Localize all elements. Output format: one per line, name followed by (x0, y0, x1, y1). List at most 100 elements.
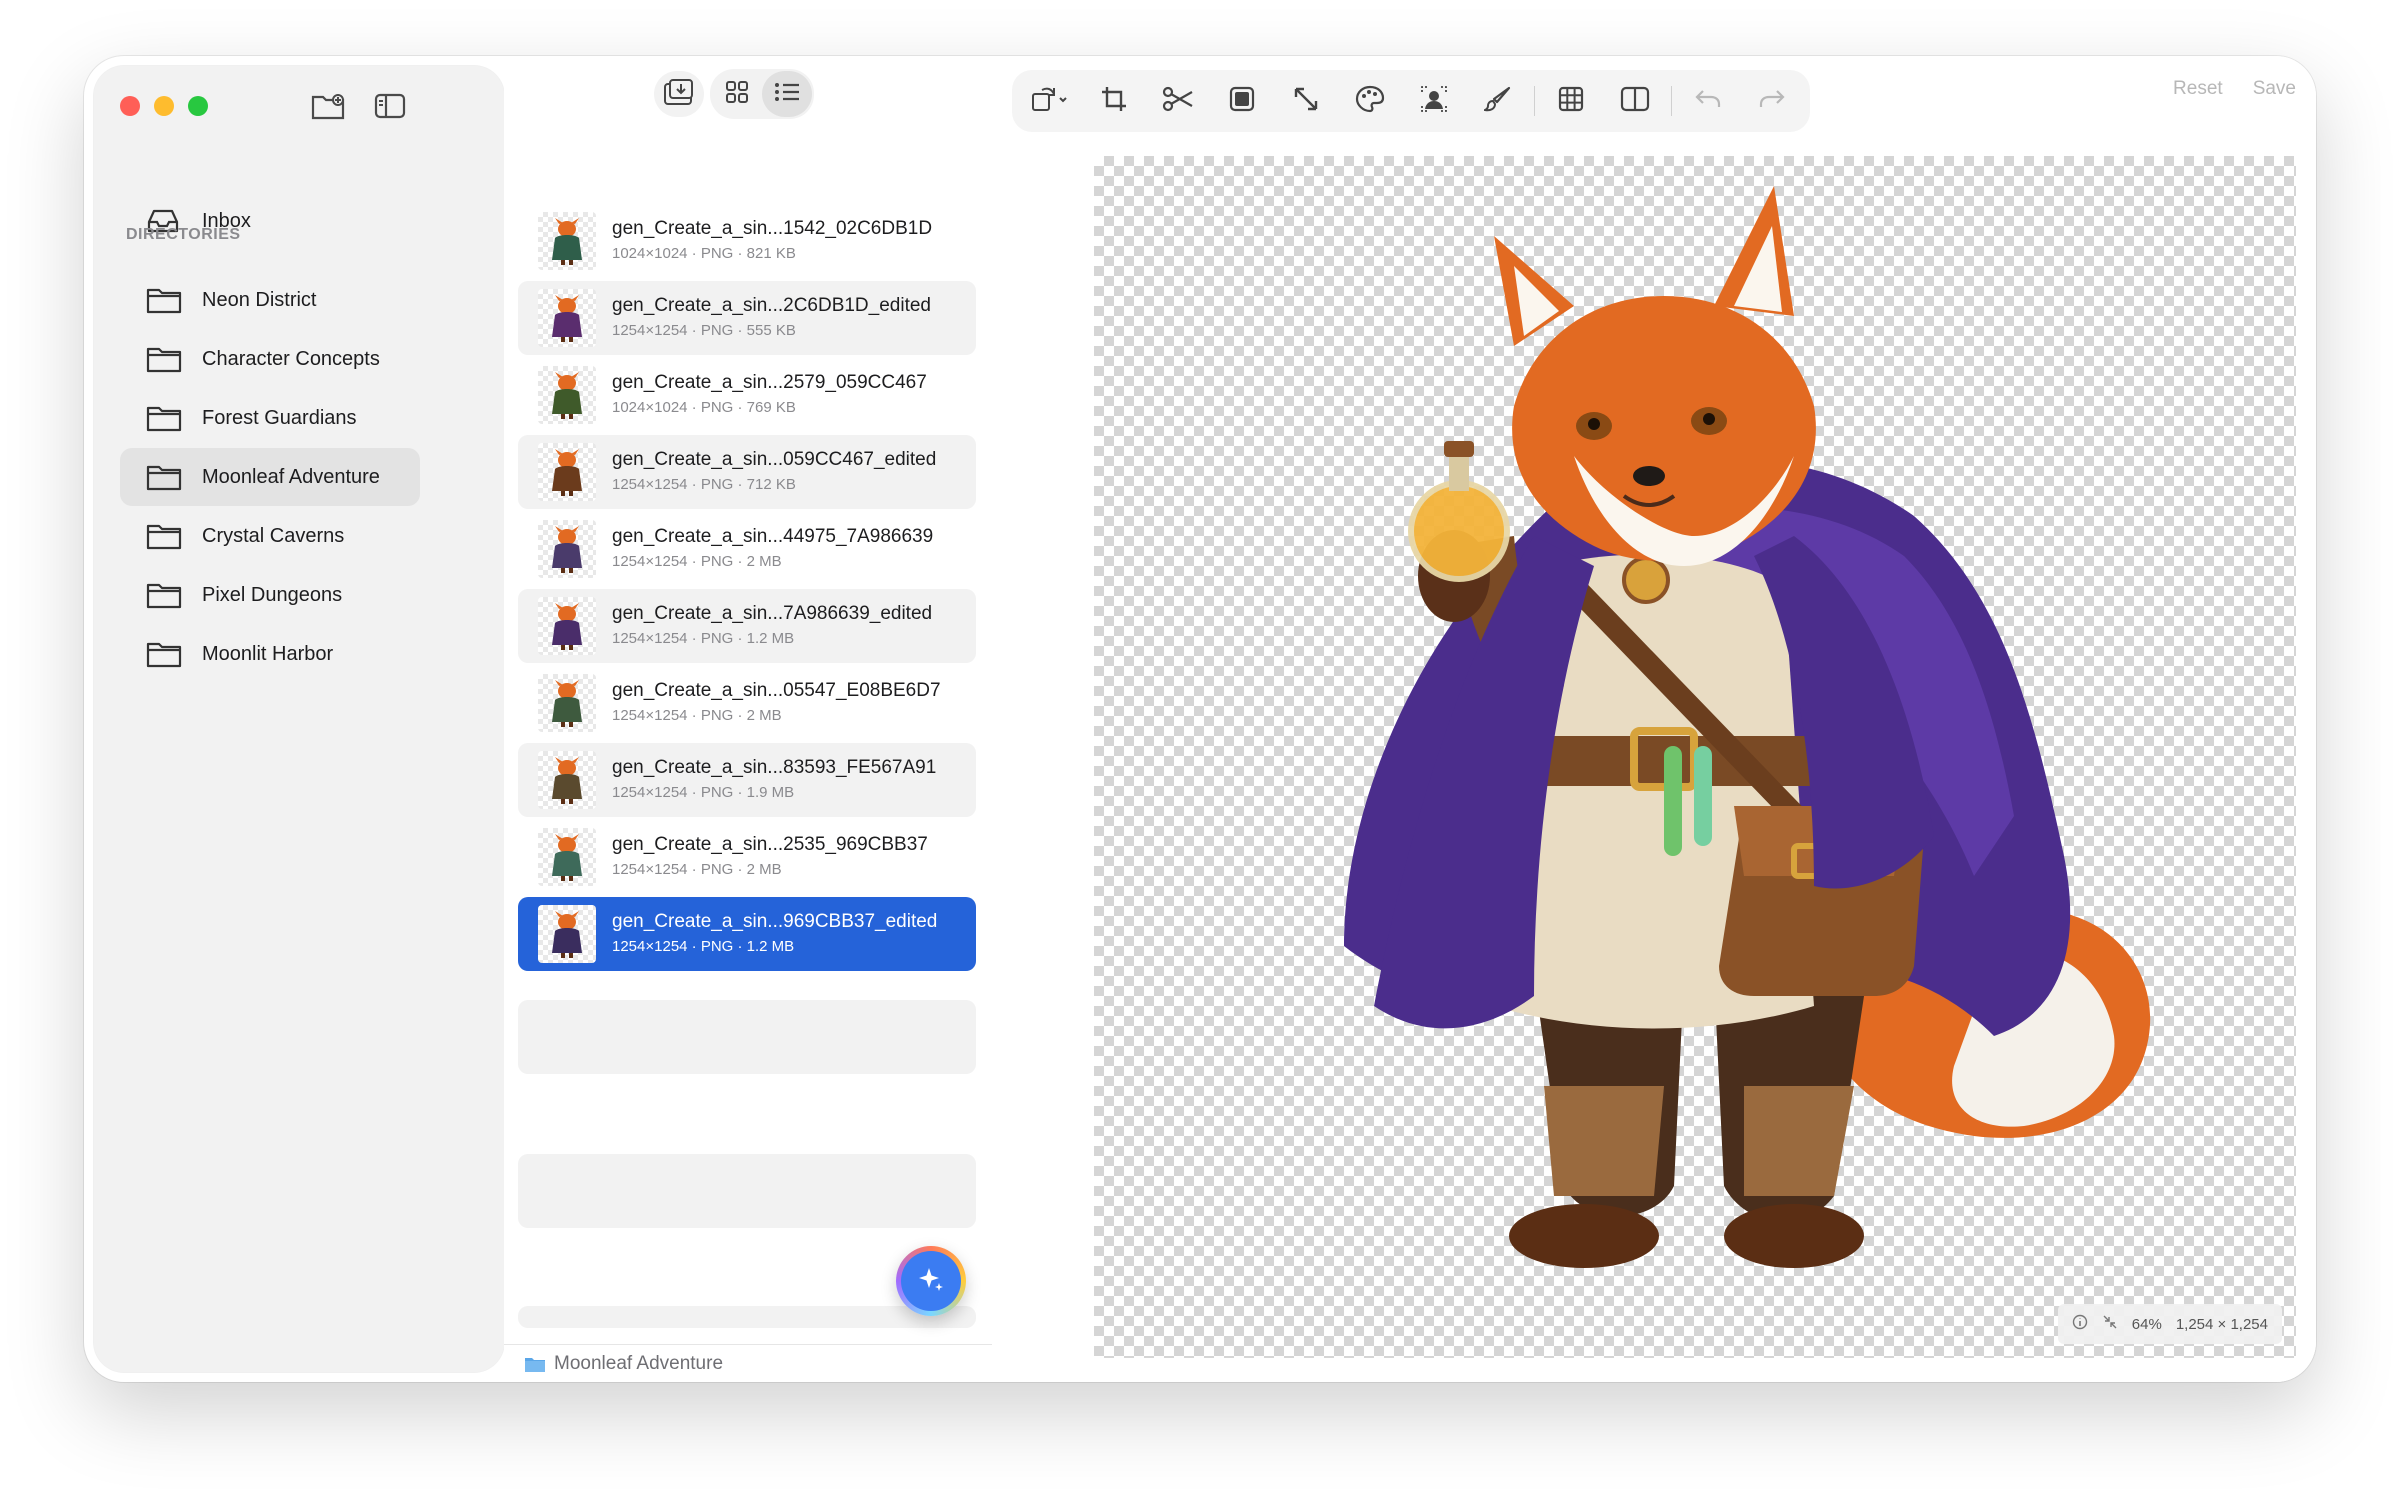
transform-button[interactable] (1019, 73, 1081, 129)
cut-button[interactable] (1147, 73, 1209, 129)
collapse-arrows-icon[interactable] (2102, 1314, 2118, 1334)
file-meta: 1254×1254 · PNG · 712 KB (612, 476, 796, 493)
file-info: gen_Create_a_sin...1542_02C6DB1D 1024×102… (612, 217, 932, 265)
file-thumbnail (538, 751, 596, 809)
file-list-item[interactable]: gen_Create_a_sin...1542_02C6DB1D 1024×102… (518, 204, 976, 278)
brush-button[interactable] (1467, 73, 1529, 129)
sidebar-item-directory[interactable]: Crystal Caverns (120, 507, 420, 565)
editor-toolbar (1012, 70, 1810, 132)
zoom-level[interactable]: 64% (2132, 1316, 2162, 1333)
folder-icon (524, 1355, 546, 1373)
close-window-button[interactable] (120, 96, 140, 116)
file-name: gen_Create_a_sin...2535_969CBB37 (612, 834, 928, 855)
resize-button[interactable] (1275, 73, 1337, 129)
sidebar-toggle-icon[interactable] (372, 88, 408, 124)
file-thumbnail (538, 828, 596, 886)
sidebar-item-directory[interactable]: Character Concepts (120, 330, 420, 388)
folder-icon (146, 639, 184, 669)
file-name: gen_Create_a_sin...7A986639_edited (612, 603, 933, 624)
portrait-button[interactable] (1403, 73, 1465, 129)
file-thumbnail (538, 289, 596, 347)
file-name: gen_Create_a_sin...2579_059CC467 (612, 372, 927, 393)
sidebar-item-label: Neon District (202, 288, 317, 311)
file-thumbnail (538, 212, 596, 270)
new-folder-icon[interactable] (310, 88, 346, 124)
image-editor: Reset Save 64% 1,254 × 1,254 (992, 56, 2316, 1382)
file-meta: 1254×1254 · PNG · 2 MB (612, 553, 782, 570)
file-info: gen_Create_a_sin...44975_7A986639 1254×12… (612, 525, 933, 573)
file-thumbnail (538, 366, 596, 424)
folder-icon (146, 521, 184, 551)
list-icon (774, 81, 800, 108)
toolbar-divider (1671, 86, 1672, 116)
color-adjust-button[interactable] (1339, 73, 1401, 129)
person-frame-icon (1420, 85, 1448, 118)
crop-button[interactable] (1083, 73, 1145, 129)
file-list-toolbar (654, 69, 814, 119)
compare-button[interactable] (1604, 73, 1666, 129)
scissors-icon (1162, 86, 1194, 117)
file-meta: 1254×1254 · PNG · 2 MB (612, 707, 782, 724)
undo-icon (1694, 87, 1722, 116)
table-grid-icon (1558, 86, 1584, 117)
file-name: gen_Create_a_sin...969CBB37_edited (612, 911, 938, 932)
file-list-item[interactable]: gen_Create_a_sin...7A986639_edited 1254×1… (518, 589, 976, 663)
sidebar-item-directory[interactable]: Moonlit Harbor (120, 625, 420, 683)
loading-placeholder-row (518, 1154, 976, 1228)
file-name: gen_Create_a_sin...1542_02C6DB1D (612, 218, 933, 239)
file-list-panel: gen_Create_a_sin...1542_02C6DB1D 1024×102… (504, 56, 993, 1382)
file-list-item[interactable]: gen_Create_a_sin...05547_E08BE6D7 1254×12… (518, 666, 976, 740)
redo-icon (1758, 87, 1786, 116)
folder-icon (146, 285, 184, 315)
fox-character-image (1344, 186, 2151, 1268)
file-list-item[interactable]: gen_Create_a_sin...44975_7A986639 1254×12… (518, 512, 976, 586)
minimize-window-button[interactable] (154, 96, 174, 116)
folder-icon (146, 344, 184, 374)
toolbar-divider (1534, 86, 1535, 116)
image-dimensions: 1,254 × 1,254 (2175, 1315, 2268, 1333)
loading-placeholder-row (518, 1306, 976, 1328)
info-icon[interactable] (2072, 1314, 2088, 1334)
file-thumbnail (538, 520, 596, 578)
grid-overlay-button[interactable] (1540, 73, 1602, 129)
file-info: gen_Create_a_sin...059CC467_edited 1254×1… (612, 448, 936, 496)
reset-button[interactable]: Reset (2173, 78, 2223, 100)
file-list-item[interactable]: gen_Create_a_sin...2535_969CBB37 1254×125… (518, 820, 976, 894)
sidebar: Inbox DIRECTORIES Neon District Character… (94, 66, 504, 1372)
redo-button[interactable] (1741, 73, 1803, 129)
view-mode-toggle (710, 69, 814, 119)
grid-view-button[interactable] (712, 71, 762, 117)
file-info: gen_Create_a_sin...2535_969CBB37 1254×125… (612, 833, 928, 881)
sidebar-item-directory[interactable]: Pixel Dungeons (120, 566, 420, 624)
grid-icon (725, 80, 749, 109)
app-window: Inbox DIRECTORIES Neon District Character… (84, 56, 2316, 1382)
sidebar-item-directory[interactable]: Forest Guardians (120, 389, 420, 447)
file-list-item[interactable]: gen_Create_a_sin...059CC467_edited 1254×1… (518, 435, 976, 509)
editor-actions: Reset Save (2173, 78, 2296, 100)
file-meta: 1254×1254 · PNG · 1.9 MB (612, 784, 795, 801)
sidebar-item-directory[interactable]: Moonleaf Adventure (120, 448, 420, 506)
file-name: gen_Create_a_sin...83593_FE567A91 (612, 757, 937, 778)
canvas-status-bar: 64% 1,254 × 1,254 (2057, 1304, 2282, 1344)
ai-generate-button[interactable] (896, 1246, 966, 1316)
file-meta: 1254×1254 · PNG · 1.2 MB (612, 938, 795, 955)
current-folder-path: Moonleaf Adventure (504, 1344, 992, 1382)
footer-folder-label: Moonleaf Adventure (554, 1353, 724, 1374)
directories-header: DIRECTORIES (126, 226, 241, 243)
background-remove-button[interactable] (1211, 73, 1273, 129)
import-button[interactable] (654, 71, 704, 117)
sidebar-item-directory[interactable]: Neon District (120, 271, 420, 329)
file-list-item[interactable]: gen_Create_a_sin...2C6DB1D_edited 1254×12… (518, 281, 976, 355)
save-button[interactable]: Save (2253, 78, 2296, 100)
zoom-window-button[interactable] (188, 96, 208, 116)
undo-button[interactable] (1677, 73, 1739, 129)
file-info: gen_Create_a_sin...969CBB37_edited 1254×1… (612, 910, 937, 958)
file-list-item[interactable]: gen_Create_a_sin...2579_059CC467 1024×102… (518, 358, 976, 432)
file-list-item[interactable]: gen_Create_a_sin...969CBB37_edited 1254×1… (518, 897, 976, 971)
image-canvas[interactable]: 64% 1,254 × 1,254 (1094, 156, 2296, 1358)
list-view-button[interactable] (762, 71, 812, 117)
file-meta: 1254×1254 · PNG · 1.2 MB (612, 630, 795, 647)
file-info: gen_Create_a_sin...7A986639_edited 1254×1… (612, 602, 932, 650)
file-list-item[interactable]: gen_Create_a_sin...83593_FE567A91 1254×12… (518, 743, 976, 817)
file-meta: 1024×1024 · PNG · 821 KB (612, 245, 796, 262)
